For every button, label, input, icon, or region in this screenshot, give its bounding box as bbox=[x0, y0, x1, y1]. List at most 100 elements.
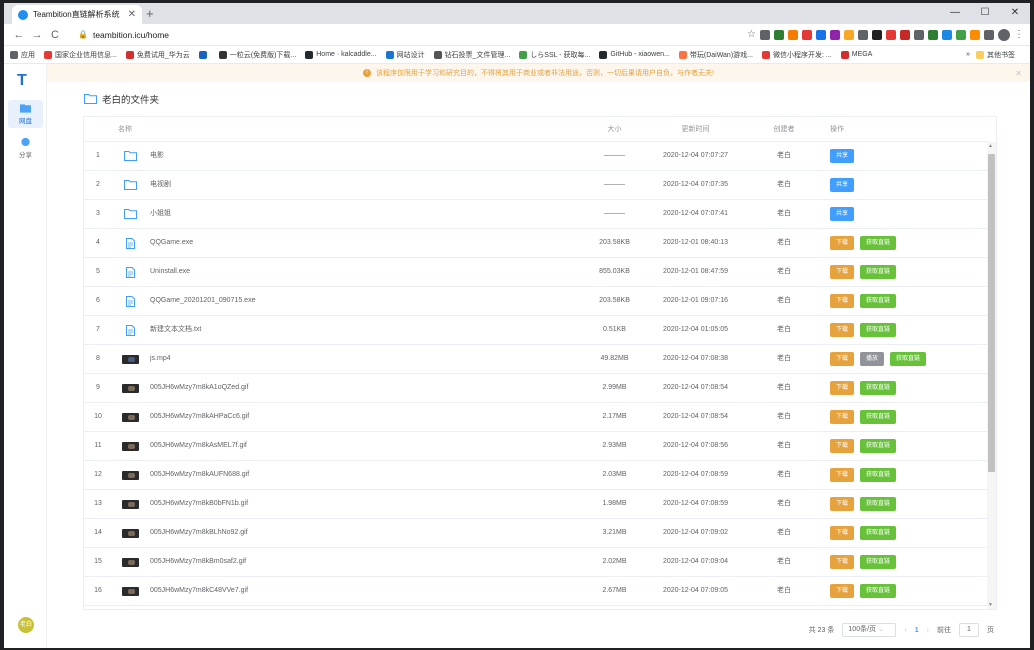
extension-icon[interactable] bbox=[844, 29, 854, 40]
table-row[interactable]: 15 005JH6wMzy7m8kBm0saf2.gif 2.02MB 2020-12… bbox=[84, 548, 988, 577]
download-button[interactable]: 下载 bbox=[830, 497, 855, 511]
extension-icon[interactable] bbox=[802, 29, 812, 40]
bookmark-item[interactable]: 带玩(DaiWan)游戏... bbox=[678, 50, 753, 60]
bookmark-item[interactable]: MEGA bbox=[840, 50, 872, 59]
page-size-select[interactable]: 100条/页 ⌄ bbox=[842, 623, 897, 637]
file-name-cell[interactable]: js.mp4 bbox=[112, 345, 582, 373]
close-tab-icon[interactable]: ✕ bbox=[128, 9, 136, 20]
download-button[interactable]: 下载 bbox=[830, 381, 855, 395]
table-row[interactable]: 5 Uninstall.exe 855.03KB 2020-12-01 08:47:5… bbox=[84, 258, 988, 287]
extension-icon[interactable] bbox=[886, 29, 896, 40]
goto-page-input[interactable]: 1 bbox=[959, 623, 979, 637]
sidebar-item-drive[interactable]: 网盘 bbox=[8, 100, 43, 128]
back-icon[interactable]: ← bbox=[10, 29, 28, 41]
file-name-cell[interactable]: 005JH6wMzy7m8kAsMEL7f.gif bbox=[112, 432, 582, 460]
file-name[interactable]: 005JH6wMzy7m8kC48VVe7.gif bbox=[150, 577, 248, 605]
file-name[interactable]: 005JH6wMzy7m8kAsMEL7f.gif bbox=[150, 432, 247, 460]
table-row[interactable]: 4 QQGame.exe 203.58KB 2020-12-01 08:40:13 老白… bbox=[84, 229, 988, 258]
bookmark-item[interactable] bbox=[198, 50, 210, 59]
table-row[interactable]: 3 小姐姐 ——— 2020-12-04 07:07:41 老白 共享 bbox=[84, 200, 988, 229]
file-name-cell[interactable]: 005JH6wMzy7m8kBLhNo92.gif bbox=[112, 519, 582, 547]
close-notice-icon[interactable]: ✕ bbox=[1015, 69, 1022, 78]
file-name[interactable]: 005JH6wMzy7m8kA1oQZed.gif bbox=[150, 374, 248, 402]
extension-icon[interactable] bbox=[858, 29, 868, 40]
extension-icon[interactable] bbox=[900, 29, 910, 40]
file-name[interactable]: 005JH6wMzy7m8kAUFN688.gif bbox=[150, 461, 249, 489]
download-button[interactable]: 下载 bbox=[830, 526, 855, 540]
bookmark-item[interactable]: しらSSL - 获取每... bbox=[519, 50, 590, 60]
prev-page-button[interactable]: ‹ bbox=[904, 627, 906, 634]
header-size[interactable]: 大小 bbox=[582, 117, 647, 142]
get-link-button[interactable]: 获取直链 bbox=[860, 439, 897, 453]
current-page[interactable]: 1 bbox=[915, 627, 919, 634]
file-name-cell[interactable]: 005JH6wMzy7m8kB0bFN1b.gif bbox=[112, 490, 582, 518]
download-button[interactable]: 下载 bbox=[830, 265, 855, 279]
get-link-button[interactable]: 获取直链 bbox=[890, 352, 927, 366]
sidebar-item-share[interactable]: 分享 bbox=[8, 134, 43, 162]
file-name-cell[interactable]: QQGame_20201201_090715.exe bbox=[112, 287, 582, 315]
file-name-cell[interactable]: 005JH6wMzy7m8kBm0saf2.gif bbox=[112, 548, 582, 576]
table-row[interactable]: 1 电影 ——— 2020-12-04 07:07:27 老白 共享 bbox=[84, 142, 988, 171]
extension-icon[interactable] bbox=[914, 29, 924, 40]
download-button[interactable]: 下载 bbox=[830, 323, 855, 337]
browser-tab[interactable]: Teambition直链解析系统 ✕ bbox=[12, 5, 142, 24]
table-row[interactable]: 13 005JH6wMzy7m8kB0bFN1b.gif 1.98MB 2020-12… bbox=[84, 490, 988, 519]
next-page-button[interactable]: › bbox=[927, 627, 929, 634]
file-name-cell[interactable]: 005JH6wMzy7m8kAHPaCc6.gif bbox=[112, 403, 582, 431]
reload-icon[interactable]: C bbox=[46, 29, 64, 41]
file-name[interactable]: 005JH6wMzy7m8kAHPaCc6.gif bbox=[150, 403, 249, 431]
file-name[interactable]: 005JH6wMzy7m8kBm0saf2.gif bbox=[150, 548, 246, 576]
avatar[interactable]: 老白 bbox=[18, 617, 34, 633]
get-link-button[interactable]: 获取直链 bbox=[860, 410, 897, 424]
extension-icon[interactable] bbox=[928, 29, 938, 40]
bookmark-item[interactable]: Home · kalcaddle... bbox=[305, 50, 377, 59]
file-name-cell[interactable]: 005JH6wMzy7m8kAUFN688.gif bbox=[112, 461, 582, 489]
header-owner[interactable]: 创建者 bbox=[744, 117, 824, 142]
url-field[interactable]: 🔒 teambition.icu/home bbox=[70, 26, 670, 43]
table-row[interactable]: 10 005JH6wMzy7m8kAHPaCc6.gif 2.17MB 2020-12… bbox=[84, 403, 988, 432]
get-link-button[interactable]: 获取直链 bbox=[860, 497, 897, 511]
file-name[interactable]: QQGame.exe bbox=[150, 229, 193, 257]
table-row[interactable]: 7 新建文本文档.txt 0.51KB 2020-12-04 01:05:05 老白 下载… bbox=[84, 316, 988, 345]
extension-icon[interactable] bbox=[942, 29, 952, 40]
extension-icon[interactable] bbox=[830, 29, 840, 40]
profile-avatar-icon[interactable] bbox=[998, 28, 1010, 41]
file-name-cell[interactable]: QQGame.exe bbox=[112, 229, 582, 257]
get-link-button[interactable]: 获取直链 bbox=[860, 381, 897, 395]
file-name-cell[interactable]: 005JH6wMzy7m8kC48VVe7.gif bbox=[112, 577, 582, 605]
header-name[interactable]: 名称 bbox=[112, 117, 582, 142]
forward-icon[interactable]: → bbox=[28, 29, 46, 41]
file-name[interactable]: 小姐姐 bbox=[150, 200, 171, 228]
extension-icon[interactable] bbox=[760, 29, 770, 40]
file-name-cell[interactable]: Uninstall.exe bbox=[112, 258, 582, 286]
file-name-cell[interactable]: 电影 bbox=[112, 142, 582, 170]
download-button[interactable]: 下载 bbox=[830, 439, 855, 453]
download-button[interactable]: 下载 bbox=[830, 236, 855, 250]
bookmarks-more-icon[interactable]: » bbox=[966, 51, 970, 58]
bookmark-item[interactable]: 国家企业信用信息... bbox=[44, 50, 117, 60]
get-link-button[interactable]: 获取直链 bbox=[860, 526, 897, 540]
file-name-cell[interactable]: 新建文本文档.txt bbox=[112, 316, 582, 344]
extension-icon[interactable] bbox=[872, 29, 882, 40]
share-button[interactable]: 共享 bbox=[830, 207, 855, 221]
file-name-cell[interactable]: 电视剧 bbox=[112, 171, 582, 199]
file-name[interactable]: QQGame_20201201_090715.exe bbox=[150, 287, 255, 315]
table-row[interactable]: 14 005JH6wMzy7m8kBLhNo92.gif 3.21MB 2020-12… bbox=[84, 519, 988, 548]
download-button[interactable]: 下载 bbox=[830, 410, 855, 424]
maximize-button[interactable]: ☐ bbox=[970, 3, 1000, 23]
table-row[interactable]: 12 005JH6wMzy7m8kAUFN688.gif 2.03MB 2020-12… bbox=[84, 461, 988, 490]
scrollbar-thumb[interactable] bbox=[988, 154, 995, 472]
table-row[interactable]: 11 005JH6wMzy7m8kAsMEL7f.gif 2.93MB 2020-12… bbox=[84, 432, 988, 461]
extension-icon[interactable] bbox=[816, 29, 826, 40]
get-link-button[interactable]: 获取直链 bbox=[860, 236, 897, 250]
get-link-button[interactable]: 获取直链 bbox=[860, 555, 897, 569]
get-link-button[interactable]: 获取直链 bbox=[860, 265, 897, 279]
extension-icon[interactable] bbox=[970, 29, 980, 40]
bookmark-item[interactable]: 免费试用_华为云 bbox=[125, 50, 190, 60]
bookmark-item[interactable]: 应用 bbox=[10, 50, 35, 60]
get-link-button[interactable]: 获取直链 bbox=[860, 584, 897, 598]
extension-icon[interactable] bbox=[956, 29, 966, 40]
bookmark-item[interactable]: 微信小程序开发: ... bbox=[762, 50, 832, 60]
file-name[interactable]: 005JH6wMzy7m8kB0bFN1b.gif bbox=[150, 490, 248, 518]
file-name[interactable]: 电影 bbox=[150, 142, 164, 170]
